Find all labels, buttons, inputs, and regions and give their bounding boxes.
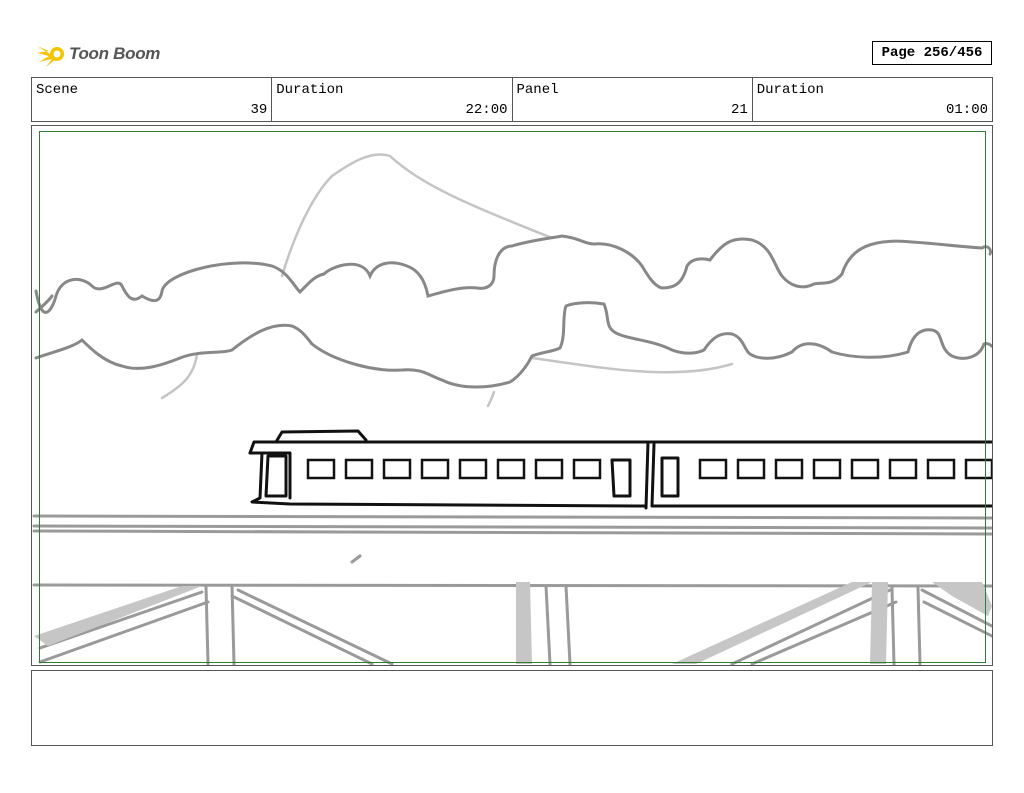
brand-name: Toon Boom bbox=[69, 44, 161, 63]
scene-value: 39 bbox=[250, 102, 268, 118]
panel-notes-box bbox=[31, 670, 993, 746]
scene-duration-value: 22:00 bbox=[465, 102, 508, 118]
scene-duration-label: Duration bbox=[276, 82, 344, 98]
page-number: Page 256/456 bbox=[872, 41, 992, 65]
panel-duration-label: Duration bbox=[756, 82, 824, 98]
train-window bbox=[344, 458, 374, 480]
clouds-sketch bbox=[34, 234, 992, 389]
train-window bbox=[736, 458, 766, 480]
train-window bbox=[534, 458, 564, 480]
train-window bbox=[458, 458, 488, 480]
panel-info-row: Scene 39 Duration 22:00 Panel 21 Duratio… bbox=[31, 77, 993, 122]
panel-cell: Panel 21 bbox=[513, 78, 753, 121]
train-window bbox=[420, 458, 450, 480]
train-window bbox=[496, 458, 526, 480]
train-window bbox=[926, 458, 956, 480]
train-window bbox=[382, 458, 412, 480]
panel-duration-cell: Duration 01:00 bbox=[753, 78, 992, 121]
train-sketch bbox=[248, 429, 992, 510]
train-windows bbox=[306, 458, 992, 480]
scene-duration-cell: Duration 22:00 bbox=[272, 78, 513, 121]
toon-boom-logo: Toon Boom bbox=[33, 36, 173, 72]
train-window bbox=[698, 458, 728, 480]
train-window bbox=[306, 458, 336, 480]
panel-duration-value: 01:00 bbox=[945, 102, 988, 118]
train-window bbox=[964, 458, 992, 480]
scene-label: Scene bbox=[36, 82, 79, 98]
panel-value: 21 bbox=[730, 102, 748, 118]
toon-boom-logo-icon bbox=[37, 46, 64, 67]
train-window bbox=[850, 458, 880, 480]
panel-sketch bbox=[32, 153, 992, 665]
panel-label: Panel bbox=[516, 82, 559, 98]
train-window bbox=[774, 458, 804, 480]
mountain-sketch bbox=[160, 153, 734, 408]
train-window bbox=[888, 458, 918, 480]
storyboard-panel bbox=[31, 125, 993, 666]
train-window bbox=[572, 458, 602, 480]
scene-cell: Scene 39 bbox=[32, 78, 273, 121]
train-window bbox=[812, 458, 842, 480]
